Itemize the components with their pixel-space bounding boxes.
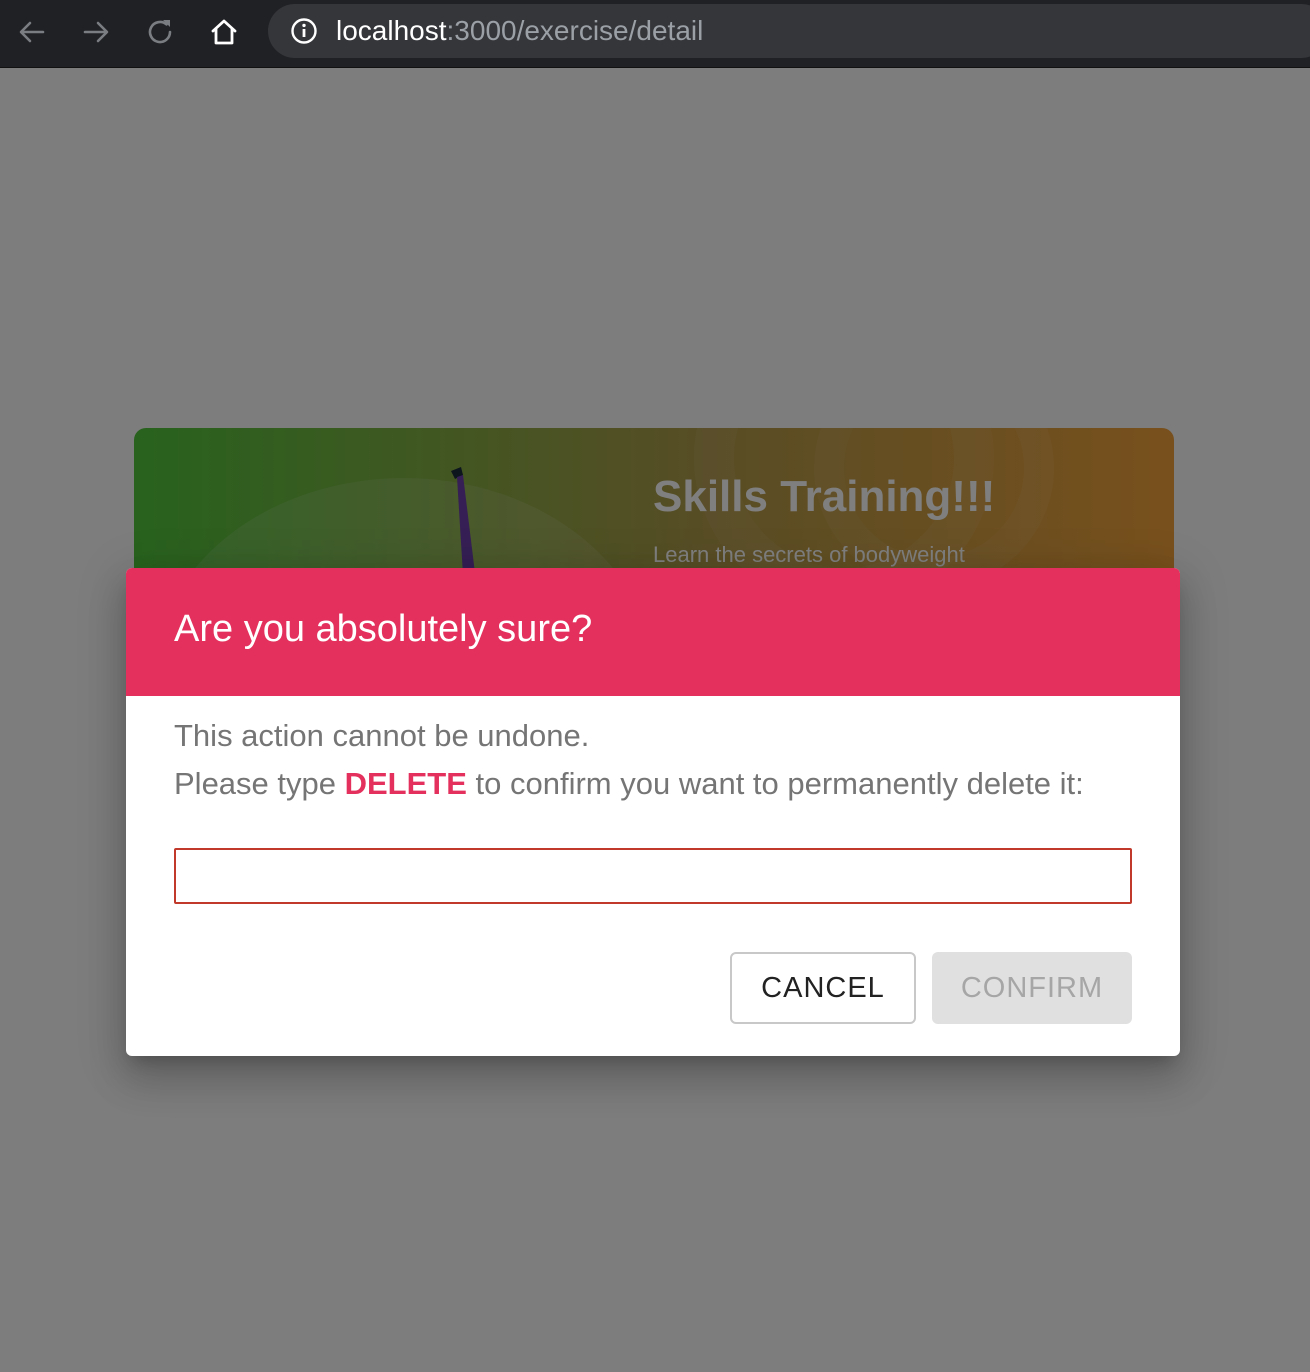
reload-icon [148, 20, 172, 44]
address-bar[interactable]: localhost:3000/exercise/detail [268, 4, 1310, 58]
info-icon[interactable] [290, 17, 318, 45]
dialog-header: Are you absolutely sure? [126, 568, 1180, 696]
cancel-button[interactable]: CANCEL [730, 952, 916, 1024]
back-arrow-icon [19, 21, 45, 43]
dialog-instruction-text: Please type DELETE to confirm you want t… [174, 766, 1084, 802]
dialog-title: Are you absolutely sure? [174, 608, 593, 650]
url-host: localhost [336, 15, 447, 46]
home-icon [211, 19, 237, 45]
confirm-delete-input[interactable] [174, 848, 1132, 904]
forward-button[interactable] [76, 12, 116, 52]
delete-keyword: DELETE [344, 766, 467, 801]
instruction-prefix: Please type [174, 766, 345, 801]
dialog-warning-text: This action cannot be undone. [174, 718, 590, 753]
reload-button[interactable] [140, 12, 180, 52]
home-button[interactable] [204, 12, 244, 52]
url-path: :3000/exercise/detail [446, 15, 704, 46]
browser-toolbar: localhost:3000/exercise/detail [0, 0, 1310, 68]
url-text[interactable]: localhost:3000/exercise/detail [336, 16, 703, 46]
confirm-button[interactable]: CONFIRM [932, 952, 1132, 1024]
back-button[interactable] [12, 12, 52, 52]
delete-confirmation-dialog: Are you absolutely sure? This action can… [126, 568, 1180, 1056]
instruction-suffix: to confirm you want to permanently delet… [466, 766, 1084, 801]
forward-arrow-icon [83, 21, 109, 43]
